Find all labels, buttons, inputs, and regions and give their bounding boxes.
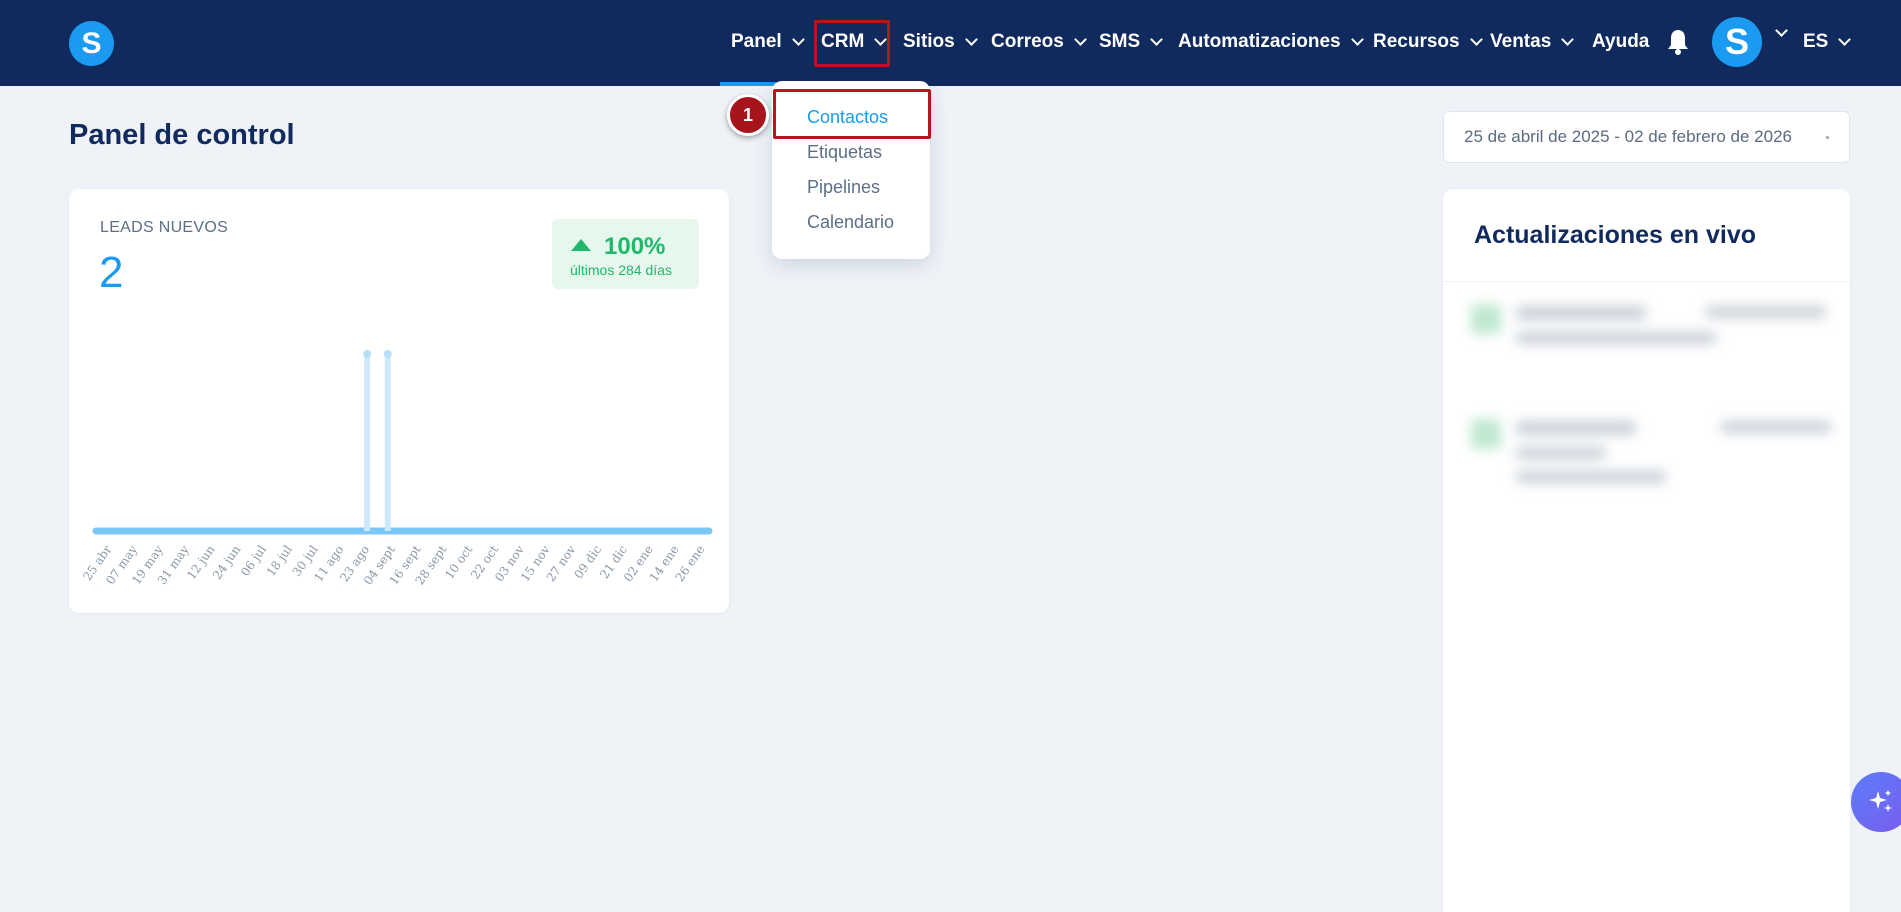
menu-item-calendario[interactable]: Calendario — [807, 212, 894, 233]
live-updates-card: Actualizaciones en vivo — [1443, 189, 1850, 912]
bell-icon[interactable] — [1666, 28, 1690, 56]
arrow-up-icon — [571, 239, 591, 251]
nav-panel[interactable]: Panel — [731, 27, 805, 57]
chevron-down-icon — [964, 33, 978, 46]
sparkle-icon — [1869, 790, 1892, 812]
growth-percent: 100% — [604, 233, 666, 260]
chevron-down-icon — [1469, 33, 1483, 46]
nav-active-indicator — [720, 82, 776, 86]
nav-sms[interactable]: SMS — [1099, 27, 1164, 57]
date-range-picker[interactable]: 25 de abril de 2025 - 02 de febrero de 2… — [1443, 111, 1850, 163]
ai-assistant-button[interactable] — [1851, 772, 1901, 832]
nav-recursos[interactable]: Recursos — [1373, 27, 1483, 57]
growth-badge: 100% últimos 284 días — [552, 219, 699, 289]
chevron-down-icon — [1150, 33, 1164, 46]
leads-value: 2 — [99, 248, 124, 297]
chevron-down-icon — [1350, 33, 1364, 46]
nav-automatizaciones[interactable]: Automatizaciones — [1178, 27, 1364, 57]
live-updates-title: Actualizaciones en vivo — [1474, 221, 1757, 249]
nav-sitios-label: Sitios — [903, 31, 955, 52]
x-tick-label: 18 jul — [264, 543, 295, 579]
nav-ayuda-label: Ayuda — [1592, 31, 1650, 52]
nav-ventas[interactable]: Ventas — [1490, 27, 1575, 57]
top-navbar: S Panel CRM Sitios Correos SMS Automatiz… — [0, 0, 1901, 86]
chart-point-1 — [363, 350, 372, 358]
chart-point-2 — [383, 350, 392, 358]
date-range-value: 25 de abril de 2025 - 02 de febrero de 2… — [1464, 127, 1792, 146]
nav-sms-label: SMS — [1099, 31, 1141, 52]
leads-card: LEADS NUEVOS 2 100% últimos 284 días 25 … — [69, 189, 729, 613]
menu-item-pipelines[interactable]: Pipelines — [807, 177, 880, 198]
page-title: Panel de control — [69, 119, 295, 151]
leads-label: LEADS NUEVOS — [100, 219, 229, 236]
chevron-down-icon — [1073, 33, 1087, 46]
blurred-update-item — [1471, 409, 1831, 519]
nav-sitios[interactable]: Sitios — [903, 27, 978, 57]
dropdown-dot-icon — [1826, 136, 1829, 139]
contactos-highlight-box — [773, 89, 931, 139]
nav-panel-label: Panel — [731, 31, 782, 52]
blurred-update-item — [1471, 294, 1831, 384]
user-avatar[interactable]: S — [1712, 17, 1762, 67]
language-label: ES — [1803, 31, 1829, 52]
leads-chart: 25 abr07 may19 may31 may12 jun24 jun06 j… — [80, 350, 713, 587]
nav-correos[interactable]: Correos — [991, 27, 1087, 57]
brand-logo[interactable]: S — [69, 21, 114, 66]
menu-item-etiquetas[interactable]: Etiquetas — [807, 142, 882, 163]
chevron-down-icon — [791, 33, 805, 46]
avatar-chevron-down-icon[interactable] — [1775, 24, 1788, 37]
divider — [1443, 281, 1850, 282]
nav-automatizaciones-label: Automatizaciones — [1178, 31, 1341, 52]
growth-period: últimos 284 días — [570, 262, 672, 278]
nav-ayuda[interactable]: Ayuda — [1592, 27, 1649, 57]
crm-highlight-box — [814, 20, 890, 67]
nav-ventas-label: Ventas — [1490, 31, 1552, 52]
nav-correos-label: Correos — [991, 31, 1064, 52]
step-marker: 1 — [727, 94, 769, 136]
chevron-down-icon — [1561, 33, 1575, 46]
nav-recursos-label: Recursos — [1373, 31, 1460, 52]
chevron-down-icon — [1838, 33, 1852, 46]
x-tick-label: 06 jul — [238, 543, 269, 579]
x-tick-label: 24 jun — [210, 542, 244, 582]
language-selector[interactable]: ES — [1803, 27, 1852, 57]
